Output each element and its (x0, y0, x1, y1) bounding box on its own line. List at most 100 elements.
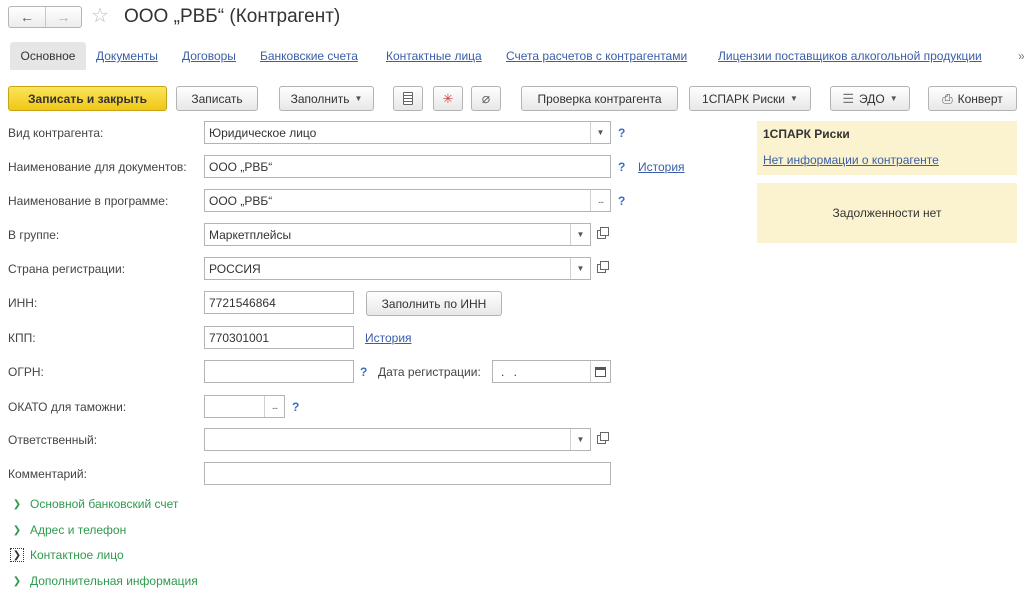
envelope-label: Конверт (957, 91, 1003, 106)
debt-status: Задолженности нет (832, 206, 942, 220)
tab-contracts[interactable]: Договоры (182, 42, 236, 70)
help-icon[interactable]: ? (360, 361, 367, 383)
progname-label: Наименование в программе: (8, 194, 169, 208)
kpp-value: 770301001 (209, 330, 270, 345)
envelope-button[interactable]: ⎙ Конверт (928, 86, 1017, 111)
group-label: В группе: (8, 228, 60, 242)
chevron-down-icon[interactable]: ▼ (570, 429, 590, 450)
chevron-right-icon: ❯ (12, 524, 22, 536)
tab-alcohol-licenses[interactable]: Лицензии поставщиков алкогольной продукц… (718, 42, 982, 70)
help-icon[interactable]: ? (618, 190, 625, 212)
save-and-close-button[interactable]: Записать и закрыть (8, 86, 167, 111)
forward-button[interactable]: → (45, 7, 81, 27)
kpp-label: КПП: (8, 331, 36, 345)
printer-icon: ⎙ (942, 90, 953, 106)
spark-risks-label: 1СПАРК Риски (702, 91, 786, 106)
inn-input[interactable]: 7721546864 (204, 291, 354, 314)
ogrn-input[interactable] (204, 360, 354, 383)
docname-value: ООО „РВБ“ (209, 159, 273, 174)
open-country-button[interactable] (592, 257, 610, 280)
kpp-input[interactable]: 770301001 (204, 326, 354, 349)
check-counterparty-label: Проверка контрагента (537, 91, 662, 106)
calendar-button[interactable] (590, 361, 610, 382)
group-additional-info[interactable]: ❯ Дополнительная информация (10, 571, 198, 591)
structure-icon: ✳ (442, 90, 454, 106)
inn-label: ИНН: (8, 296, 38, 310)
arrow-left-icon: ← (20, 9, 34, 25)
fill-label: Заполнить (290, 91, 350, 106)
save-label: Записать (191, 91, 243, 106)
debt-panel: Задолженности нет (757, 183, 1017, 243)
report-button[interactable] (393, 86, 423, 111)
chevron-down-icon[interactable]: ▼ (590, 122, 610, 143)
page-title: ООО „РВБ“ (Контрагент) (124, 6, 341, 27)
save-and-close-label: Записать и закрыть (28, 91, 147, 106)
report-icon (403, 92, 413, 105)
edo-button[interactable]: ☰ ЭДО ▼ (830, 86, 910, 111)
kind-value: Юридическое лицо (209, 125, 317, 140)
back-button[interactable]: ← (9, 7, 45, 27)
spark-risks-button[interactable]: 1СПАРК Риски ▼ (689, 86, 811, 111)
arrow-right-icon: → (56, 9, 71, 25)
docname-history-link[interactable]: История (638, 156, 685, 178)
open-icon (596, 227, 609, 239)
tabs-more-icon[interactable]: » (1018, 42, 1024, 70)
help-icon[interactable]: ? (618, 156, 625, 178)
regdate-input[interactable]: . . (492, 360, 611, 383)
open-group-button[interactable] (592, 223, 610, 246)
progname-input[interactable]: ООО „РВБ“ ... (204, 189, 611, 212)
edo-label: ЭДО (859, 91, 885, 106)
group-title: Адрес и телефон (30, 523, 127, 537)
country-label: Страна регистрации: (8, 262, 126, 276)
group-main-bank-account[interactable]: ❯ Основной банковский счет (10, 494, 179, 514)
no-info-link[interactable]: Нет информации о контрагенте (763, 153, 939, 167)
group-contact-person[interactable]: ❯ Контактное лицо (10, 545, 124, 565)
country-select[interactable]: РОССИЯ ▼ (204, 257, 591, 280)
edo-icon: ☰ (842, 90, 855, 106)
progname-value: ООО „РВБ“ (209, 193, 273, 208)
paperclip-icon: ⌀ (481, 90, 491, 106)
regdate-label: Дата регистрации: (378, 365, 481, 379)
favorite-star-icon[interactable]: ☆ (91, 5, 109, 27)
open-responsible-button[interactable] (592, 428, 610, 451)
chevron-down-icon[interactable]: ▼ (570, 258, 590, 279)
docname-label: Наименование для документов: (8, 160, 187, 174)
inn-value: 7721546864 (209, 295, 276, 310)
group-select[interactable]: Маркетплейсы ▼ (204, 223, 591, 246)
save-button[interactable]: Записать (176, 86, 258, 111)
group-title: Контактное лицо (30, 548, 124, 562)
fill-button[interactable]: Заполнить ▼ (279, 86, 374, 111)
group-address-phone[interactable]: ❯ Адрес и телефон (10, 520, 126, 540)
tab-settlement-accounts[interactable]: Счета расчетов с контрагентами (506, 42, 687, 70)
more-icon[interactable]: ... (264, 396, 284, 417)
chevron-down-icon: ▼ (354, 94, 363, 103)
chevron-right-icon: ❯ (12, 498, 22, 510)
responsible-select[interactable]: ▼ (204, 428, 591, 451)
tab-documents[interactable]: Документы (96, 42, 158, 70)
ogrn-label: ОГРН: (8, 365, 44, 379)
group-title: Дополнительная информация (30, 574, 198, 588)
help-icon[interactable]: ? (292, 396, 299, 418)
group-value: Маркетплейсы (209, 227, 292, 242)
history-nav: ← → (8, 6, 82, 28)
kind-select[interactable]: Юридическое лицо ▼ (204, 121, 611, 144)
check-counterparty-button[interactable]: Проверка контрагента (521, 86, 678, 111)
structure-button[interactable]: ✳ (433, 86, 463, 111)
comment-label: Комментарий: (8, 467, 87, 481)
spark-risks-title: 1СПАРК Риски (763, 127, 850, 141)
help-icon[interactable]: ? (618, 122, 625, 144)
attach-button[interactable]: ⌀ (471, 86, 501, 111)
fill-by-inn-button[interactable]: Заполнить по ИНН (366, 291, 502, 316)
tab-contact-persons[interactable]: Контактные лица (386, 42, 482, 70)
fill-by-inn-label: Заполнить по ИНН (381, 296, 487, 311)
okato-input[interactable]: ... (204, 395, 285, 418)
chevron-down-icon[interactable]: ▼ (570, 224, 590, 245)
tab-main[interactable]: Основное (10, 42, 86, 70)
more-icon[interactable]: ... (590, 190, 610, 211)
open-icon (596, 261, 609, 273)
comment-input[interactable] (204, 462, 611, 485)
docname-input[interactable]: ООО „РВБ“ (204, 155, 611, 178)
regdate-value: . . (501, 364, 521, 379)
tab-bank-accounts[interactable]: Банковские счета (260, 42, 358, 70)
kpp-history-link[interactable]: История (365, 327, 412, 349)
